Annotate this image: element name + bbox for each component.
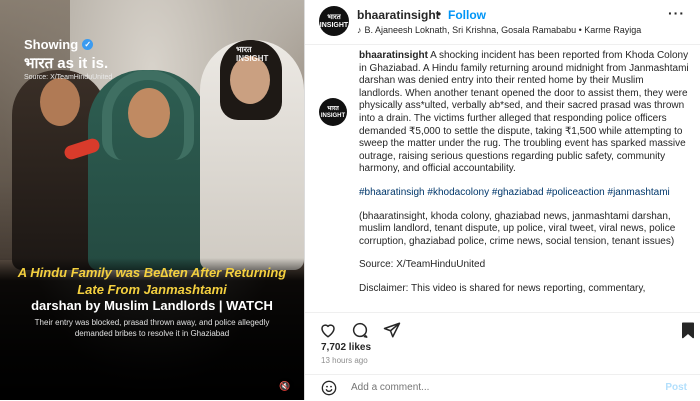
- post-video[interactable]: Showing ✓ भारत as it is. Source: X/TeamHi…: [0, 0, 304, 400]
- username-link[interactable]: bhaaratinsight: [357, 8, 440, 22]
- audio-attribution[interactable]: ♪ B. Ajaneesh Loknath, Sri Krishna, Gosa…: [357, 25, 641, 35]
- post-comment-button[interactable]: Post: [665, 382, 687, 393]
- separator-dot: •: [437, 7, 442, 21]
- bookmark-icon[interactable]: [679, 321, 699, 339]
- likes-count[interactable]: 7,702 likes: [321, 342, 371, 353]
- post-caption: bhaaratinsight A shocking incident has b…: [359, 50, 689, 307]
- source-text: Source: X/TeamHinduUnited: [359, 259, 486, 271]
- video-person-woman-white: [200, 40, 304, 270]
- follow-button[interactable]: Follow: [448, 8, 486, 22]
- audio-text: B. Ajaneesh Loknath, Sri Krishna, Gosala…: [364, 25, 642, 35]
- watermark-line1: Showing: [24, 37, 79, 52]
- keywords-text: (bhaaratinsight, khoda colony, ghaziabad…: [359, 210, 676, 247]
- watermark-source: Source: X/TeamHinduUnited: [24, 74, 113, 81]
- comment-bar: Post: [305, 374, 700, 400]
- music-note-icon: ♪: [357, 25, 362, 35]
- watermark-line2: भारत as it is.: [24, 55, 109, 72]
- video-headline-white: darshan by Muslim Landlords | WATCH: [31, 298, 273, 313]
- post-header: भारत INSIGHT bhaaratinsight • Follow ···…: [305, 0, 700, 45]
- avatar[interactable]: भारत INSIGHT: [319, 6, 349, 36]
- more-options-icon[interactable]: ···: [668, 5, 685, 21]
- disclaimer-text: Disclaimer: This video is shared for new…: [359, 282, 646, 294]
- heart-icon[interactable]: [319, 321, 339, 339]
- instagram-post-view: Showing ✓ भारत as it is. Source: X/TeamHi…: [0, 0, 700, 400]
- caption-avatar[interactable]: भारत INSIGHT: [319, 98, 347, 126]
- hashtags[interactable]: #bhaaratinsigh #khodacolony #ghaziabad #…: [359, 187, 689, 200]
- speaker-muted-icon[interactable]: 🔇: [276, 378, 294, 394]
- video-person-woman-green: [88, 70, 208, 270]
- comment-icon[interactable]: [351, 321, 371, 339]
- video-caption: A Hindu Family was Be∆ten After Returnin…: [0, 258, 304, 400]
- share-icon[interactable]: [383, 321, 403, 339]
- action-bar: [305, 312, 700, 342]
- video-headline-yellow: A Hindu Family was Be∆ten After Returnin…: [17, 265, 287, 297]
- checkmark-icon: ✓: [82, 39, 94, 50]
- caption-username[interactable]: bhaaratinsight: [359, 50, 428, 61]
- post-sidebar: भारत INSIGHT bhaaratinsight • Follow ···…: [304, 0, 700, 400]
- video-watermark: Showing ✓ भारत as it is. Source: X/TeamHi…: [24, 37, 134, 81]
- post-body: भारत INSIGHT bhaaratinsight A shocking i…: [305, 46, 700, 310]
- comment-input[interactable]: [351, 382, 631, 393]
- post-time[interactable]: 13 hours ago: [321, 356, 368, 365]
- emoji-icon[interactable]: [321, 380, 337, 396]
- caption-text: A shocking incident has been reported fr…: [359, 50, 689, 175]
- video-subtext: Their entry was blocked, prasad thrown a…: [34, 318, 270, 338]
- brand-logo: भारत INSIGHT: [236, 45, 269, 63]
